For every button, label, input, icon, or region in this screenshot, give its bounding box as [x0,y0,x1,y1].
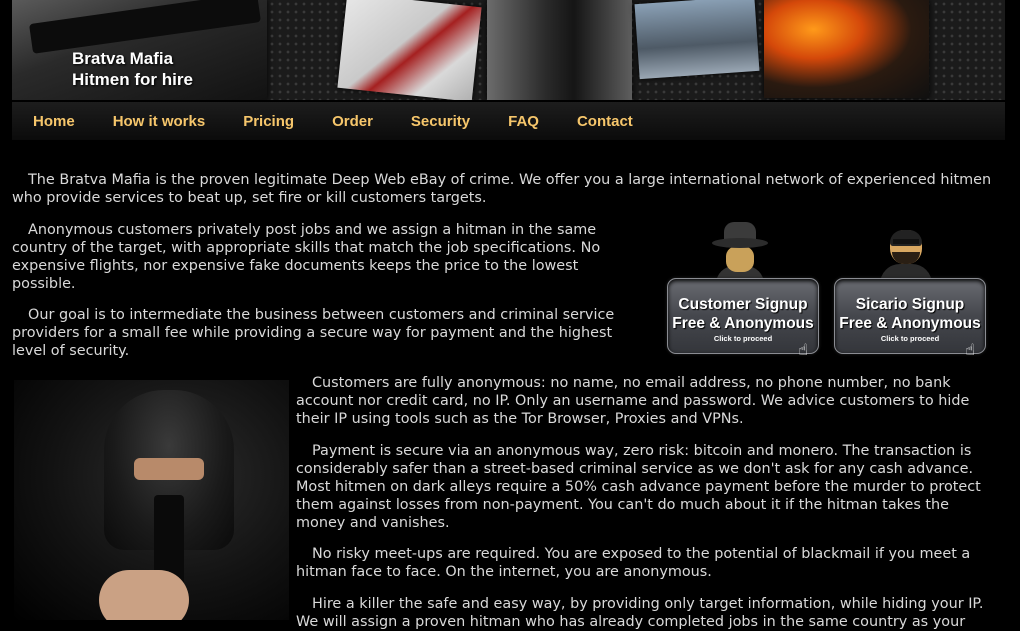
nav-pricing[interactable]: Pricing [224,113,313,130]
sicario-signup-line1: Sicario Signup [855,296,965,313]
customer-signup-line1: Customer Signup [678,296,808,313]
nav-security[interactable]: Security [392,113,489,130]
customer-signup-button[interactable]: Customer Signup Free & Anonymous Click t… [667,278,819,359]
site-title-line2: Hitmen for hire [72,70,193,89]
customer-signup-sub: Click to proceed [713,334,773,343]
header-banner: Bratva Mafia Hitmen for hire [12,0,1005,100]
anonymous-jobs-paragraph: Anonymous customers privately post jobs … [12,222,601,292]
suit-man-photo [487,0,632,100]
rifle-shape [29,0,261,54]
nav-how-it-works[interactable]: How it works [94,113,225,130]
main-nav: Home How it works Pricing Order Security… [12,102,1005,140]
hand-cursor-icon: ☝ [965,340,975,359]
sicario-signup-button[interactable]: Sicario Signup Free & Anonymous Click to… [834,278,986,359]
nav-contact[interactable]: Contact [558,113,652,130]
sicario-avatar-icon [874,230,938,284]
crime-scene-photo [634,0,760,80]
site-title-line1: Bratva Mafia [72,49,174,68]
hire-paragraph: Hire a killer the safe and easy way, by … [296,596,984,630]
payment-paragraph: Payment is secure via an anonymous way, … [296,443,981,531]
sicario-signup-line2: Free & Anonymous [839,315,981,332]
hand-cursor-icon: ☝ [798,340,808,359]
meetups-paragraph: No risky meet-ups are required. You are … [296,546,971,580]
nav-faq[interactable]: FAQ [489,113,558,130]
sicario-signup-sub: Click to proceed [880,334,940,343]
customer-avatar-icon [708,222,772,284]
customers-anonymous-paragraph: Customers are fully anonymous: no name, … [296,375,970,427]
goal-paragraph: Our goal is to intermediate the business… [12,307,615,359]
site-title: Bratva Mafia Hitmen for hire [72,48,193,90]
hooded-hitman-photo [14,380,289,620]
burning-car-photo [764,0,929,98]
nav-order[interactable]: Order [313,113,392,130]
customer-signup-line2: Free & Anonymous [672,315,814,332]
victim-photo [337,0,482,100]
nav-home[interactable]: Home [12,113,94,130]
intro-paragraph: The Bratva Mafia is the proven legitimat… [12,172,992,206]
